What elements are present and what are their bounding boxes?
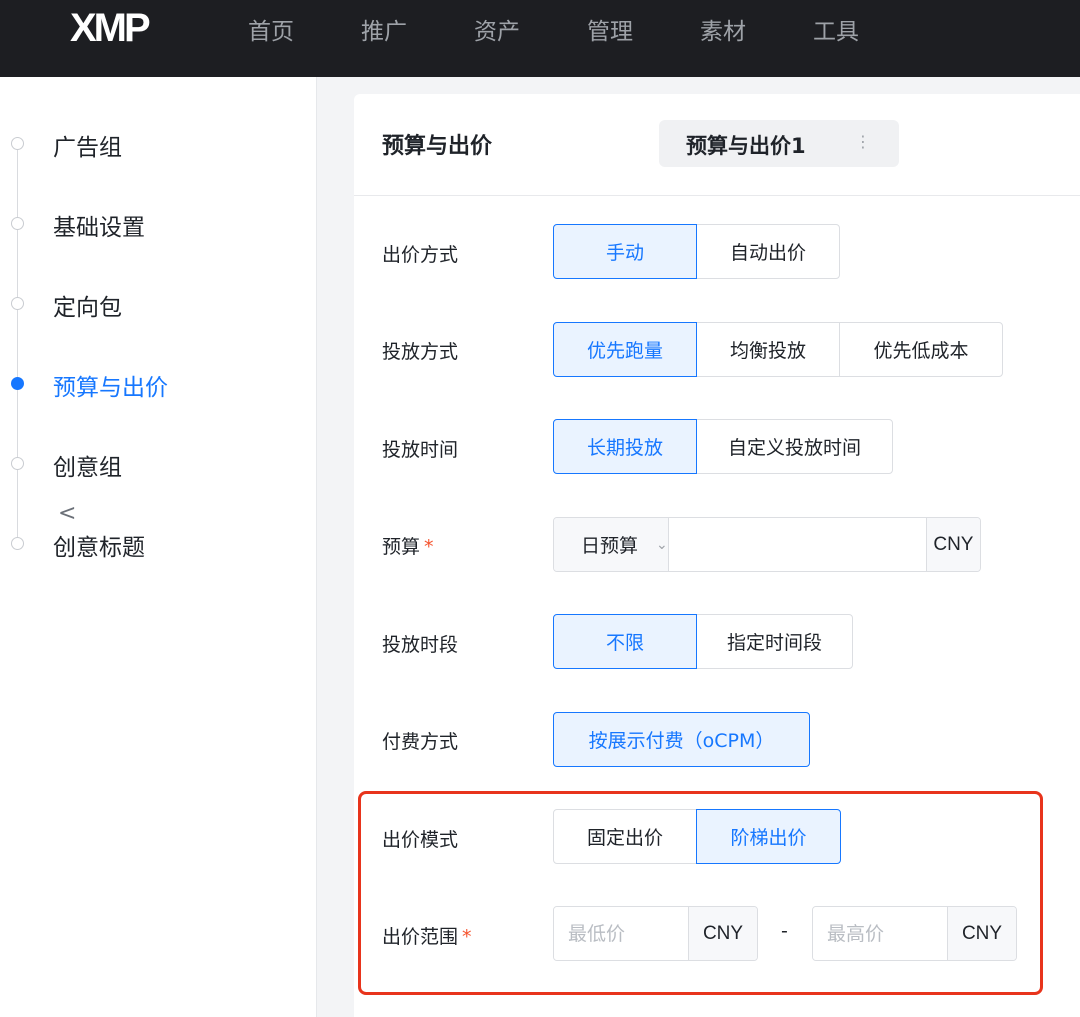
card-header: 预算与出价 预算与出价1 ⋮ xyxy=(354,94,1080,196)
bid-mode-fixed[interactable]: 固定出价 xyxy=(553,809,697,864)
budget-type-select[interactable]: 日预算 ⌄ xyxy=(554,518,669,571)
step-targeting[interactable]: 定向包 xyxy=(0,284,300,324)
period-specified[interactable]: 指定时间段 xyxy=(696,614,853,669)
step-label: 创意标题 xyxy=(53,535,145,561)
nav-assets[interactable]: 资产 xyxy=(474,12,520,46)
bid-range-label-text: 出价范围 xyxy=(382,926,459,948)
step-basic-settings[interactable]: 基础设置 xyxy=(0,204,300,244)
nav-home[interactable]: 首页 xyxy=(248,12,294,46)
payment-method-segment: 按展示付费（oCPM） xyxy=(553,712,810,767)
bid-method-segment: 手动 自动出价 xyxy=(553,224,840,279)
delivery-low-cost[interactable]: 优先低成本 xyxy=(839,322,1003,377)
step-ad-group[interactable]: 广告组 xyxy=(0,124,300,164)
step-dot xyxy=(11,457,24,470)
period-unlimited[interactable]: 不限 xyxy=(553,614,697,669)
delivery-balanced[interactable]: 均衡投放 xyxy=(696,322,840,377)
step-dot xyxy=(11,137,24,150)
chevron-left-icon[interactable]: < xyxy=(58,501,76,526)
bid-mode-segment: 固定出价 阶梯出价 xyxy=(553,809,841,864)
plan-tab-label: 预算与出价1 xyxy=(686,134,806,158)
max-price-unit: CNY xyxy=(947,907,1016,960)
bid-method-manual[interactable]: 手动 xyxy=(553,224,697,279)
step-label: 广告组 xyxy=(53,135,122,161)
max-price-group: CNY xyxy=(812,906,1017,961)
delivery-long-term[interactable]: 长期投放 xyxy=(553,419,697,474)
budget-amount-input[interactable] xyxy=(668,518,926,571)
chevron-down-icon: ⌄ xyxy=(656,536,668,553)
step-label: 定向包 xyxy=(53,295,122,321)
delivery-period-label: 投放时段 xyxy=(382,634,459,656)
bid-range-label: 出价范围 * xyxy=(382,922,472,949)
bid-mode-tiered[interactable]: 阶梯出价 xyxy=(696,809,841,864)
xmp-logo[interactable]: XMP xyxy=(70,6,151,51)
delivery-method-label: 投放方式 xyxy=(382,341,459,363)
card-title: 预算与出价 xyxy=(382,134,493,159)
step-dot xyxy=(11,297,24,310)
payment-ocpm[interactable]: 按展示付费（oCPM） xyxy=(553,712,810,767)
budget-input-group: 日预算 ⌄ CNY xyxy=(553,517,981,572)
delivery-period-segment: 不限 指定时间段 xyxy=(553,614,853,669)
budget-type-value: 日预算 xyxy=(581,535,639,557)
budget-bid-card: 预算与出价 预算与出价1 ⋮ 出价方式 手动 自动出价 投放方式 优先跑量 均衡… xyxy=(354,94,1080,1017)
delivery-method-segment: 优先跑量 均衡投放 优先低成本 xyxy=(553,322,1003,377)
max-price-input[interactable] xyxy=(813,907,947,960)
min-price-unit: CNY xyxy=(688,907,757,960)
delivery-custom-time[interactable]: 自定义投放时间 xyxy=(696,419,893,474)
step-dot xyxy=(11,537,24,550)
step-budget-bid[interactable]: 预算与出价 xyxy=(0,364,300,404)
delivery-priority-volume[interactable]: 优先跑量 xyxy=(553,322,697,377)
min-price-input[interactable] xyxy=(554,907,688,960)
plan-tab[interactable]: 预算与出价1 ⋮ xyxy=(659,120,899,167)
step-creative-group[interactable]: 创意组 xyxy=(0,444,300,484)
range-separator: - xyxy=(781,920,788,942)
budget-unit: CNY xyxy=(925,518,980,571)
step-label: 基础设置 xyxy=(53,215,145,241)
nav-tools[interactable]: 工具 xyxy=(813,12,859,46)
budget-label-text: 预算 xyxy=(382,536,421,558)
required-mark: * xyxy=(462,926,472,948)
step-dot xyxy=(11,217,24,230)
payment-method-label: 付费方式 xyxy=(382,731,459,753)
min-price-group: CNY xyxy=(553,906,758,961)
top-nav-bar: XMP 首页 推广 资产 管理 素材 工具 xyxy=(0,0,1080,77)
step-sidebar: 广告组 基础设置 定向包 预算与出价 创意组 创意标题 < xyxy=(0,77,317,1017)
nav-manage[interactable]: 管理 xyxy=(587,12,633,46)
more-vertical-icon[interactable]: ⋮ xyxy=(855,132,871,151)
bid-method-auto[interactable]: 自动出价 xyxy=(696,224,840,279)
nav-materials[interactable]: 素材 xyxy=(700,12,746,46)
budget-label: 预算 * xyxy=(382,532,434,559)
step-label: 创意组 xyxy=(53,455,122,481)
step-dot-active xyxy=(11,377,24,390)
nav-promotion[interactable]: 推广 xyxy=(361,12,407,46)
bid-method-label: 出价方式 xyxy=(382,244,459,266)
required-mark: * xyxy=(424,536,434,558)
delivery-time-label: 投放时间 xyxy=(382,439,459,461)
step-label: 预算与出价 xyxy=(53,375,168,401)
bid-mode-label: 出价模式 xyxy=(382,829,459,851)
delivery-time-segment: 长期投放 自定义投放时间 xyxy=(553,419,893,474)
step-creative-title[interactable]: 创意标题 xyxy=(0,524,300,564)
